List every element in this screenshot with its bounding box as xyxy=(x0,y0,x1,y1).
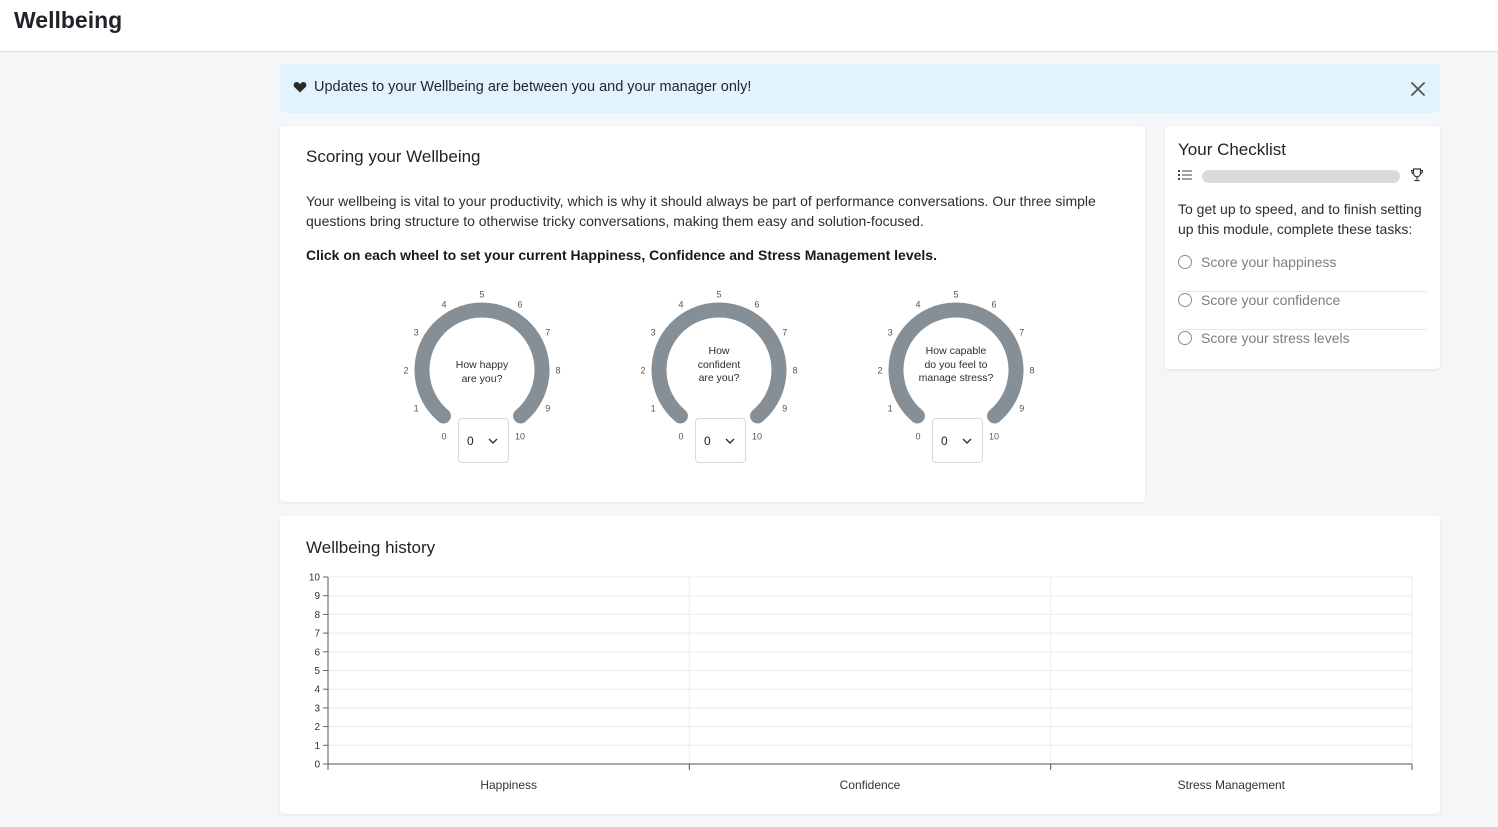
gauge-tick-label: 8 xyxy=(792,366,797,376)
task-label[interactable]: Score your stress levels xyxy=(1201,330,1350,346)
list-icon xyxy=(1178,170,1192,180)
task-score-happiness[interactable]: Score your happiness xyxy=(1178,254,1426,292)
gauge-tick-label: 10 xyxy=(989,431,999,441)
gauge-tick-label: 9 xyxy=(782,404,787,414)
banner-message: Updates to your Wellbeing are between yo… xyxy=(314,79,752,95)
checklist-description: To get up to speed, and to finish settin… xyxy=(1178,201,1422,237)
gauge-tick-label: 1 xyxy=(888,404,893,414)
gauge-question: How happy are you? xyxy=(455,359,509,385)
task-radio[interactable] xyxy=(1178,293,1192,307)
x-category-label: Confidence xyxy=(840,778,901,792)
checklist-progress-bar xyxy=(1202,170,1400,183)
gauge-tick-label: 8 xyxy=(555,366,560,376)
page-title: Wellbeing xyxy=(14,7,123,33)
scoring-instruction: Click on each wheel to set your current … xyxy=(306,247,937,263)
task-score-stress[interactable]: Score your stress levels xyxy=(1178,330,1426,368)
top-bar: Wellbeing xyxy=(0,0,1498,52)
gauge-tick-label: 2 xyxy=(403,366,408,376)
y-tick-label: 3 xyxy=(314,703,320,714)
gauge-happiness[interactable]: 0 1 2 3 4 5 6 7 8 9 10 How happy are you? 0 xyxy=(402,290,562,470)
close-icon[interactable] xyxy=(1408,79,1428,99)
gauge-tick-label: 6 xyxy=(991,300,996,310)
checklist-title: Your Checklist xyxy=(1178,140,1287,159)
gauge-tick-label: 4 xyxy=(915,300,920,310)
gauge-tick-label: 7 xyxy=(1019,328,1024,338)
gauge-value-select[interactable]: 0 xyxy=(695,418,746,463)
gauge-question: How capable do you feel to manage stress? xyxy=(918,345,994,384)
history-chart: 0 1 2 3 4 5 6 7 8 9 10 Happiness Confidence Stress Ma… xyxy=(309,573,1413,792)
gauge-tick-label: 1 xyxy=(651,404,656,414)
y-tick-label: 5 xyxy=(314,666,320,677)
gauge-tick-label: 0 xyxy=(441,431,446,441)
scoring-intro: Your wellbeing is vital to your producti… xyxy=(306,193,1096,229)
y-tick-label: 4 xyxy=(314,685,320,696)
gauge-confidence[interactable]: 0 1 2 3 4 5 6 7 8 9 10 How confident are you? 0 xyxy=(639,290,799,470)
y-tick-label: 6 xyxy=(314,647,320,658)
gauge-tick-label: 2 xyxy=(640,366,645,376)
task-score-confidence[interactable]: Score your confidence xyxy=(1178,292,1426,330)
gauge-value-select[interactable]: 0 xyxy=(458,418,509,463)
gauge-tick-label: 4 xyxy=(441,300,446,310)
trophy-icon xyxy=(1410,168,1424,182)
gauge-tick-label: 2 xyxy=(877,366,882,376)
gauge-tick-label: 5 xyxy=(716,290,721,300)
y-tick-label: 8 xyxy=(314,610,320,621)
heart-icon xyxy=(293,82,307,93)
y-tick-label: 7 xyxy=(314,629,320,640)
gauge-tick-label: 9 xyxy=(1019,404,1024,414)
scoring-title: Scoring your Wellbeing xyxy=(306,147,481,166)
gauge-question: How confident are you? xyxy=(697,345,741,384)
gauge-tick-label: 9 xyxy=(545,404,550,414)
task-label[interactable]: Score your happiness xyxy=(1201,254,1336,270)
task-radio[interactable] xyxy=(1178,255,1192,269)
gauge-tick-label: 0 xyxy=(915,431,920,441)
y-tick-label: 1 xyxy=(314,741,320,752)
task-label[interactable]: Score your confidence xyxy=(1201,292,1340,308)
gauge-tick-label: 6 xyxy=(517,300,522,310)
privacy-banner: Updates to your Wellbeing are between yo… xyxy=(280,64,1440,113)
gauge-tick-label: 0 xyxy=(678,431,683,441)
gauge-value: 0 xyxy=(704,434,711,448)
gauge-tick-label: 4 xyxy=(678,300,683,310)
gauge-value-select[interactable]: 0 xyxy=(932,418,983,463)
gauge-tick-label: 7 xyxy=(545,328,550,338)
history-card: Wellbeing history 0 1 2 3 4 5 6 7 8 9 10 Happiness C… xyxy=(280,516,1440,814)
gauge-tick-label: 7 xyxy=(782,328,787,338)
checklist-card: Your Checklist To get up to speed, and t… xyxy=(1165,126,1440,369)
gauge-tick-label: 10 xyxy=(515,431,525,441)
gauge-tick-label: 5 xyxy=(953,290,958,300)
chevron-down-icon xyxy=(962,438,972,444)
y-tick-label: 2 xyxy=(314,722,320,733)
gauge-tick-label: 3 xyxy=(414,328,419,338)
gauge-tick-label: 3 xyxy=(888,328,893,338)
gauge-tick-label: 1 xyxy=(414,404,419,414)
chevron-down-icon xyxy=(725,438,735,444)
gauge-value: 0 xyxy=(467,434,474,448)
y-tick-label: 0 xyxy=(314,760,320,771)
x-category-label: Happiness xyxy=(480,778,537,792)
y-tick-label: 10 xyxy=(309,573,321,584)
gauge-value: 0 xyxy=(941,434,948,448)
gauge-tick-label: 6 xyxy=(754,300,759,310)
chevron-down-icon xyxy=(488,438,498,444)
x-category-label: Stress Management xyxy=(1178,778,1286,792)
gauge-tick-label: 10 xyxy=(752,431,762,441)
gauge-tick-label: 8 xyxy=(1029,366,1034,376)
y-tick-label: 9 xyxy=(314,591,320,602)
gauge-tick-label: 3 xyxy=(651,328,656,338)
gauge-stress[interactable]: 0 1 2 3 4 5 6 7 8 9 10 How capable do you feel to man… xyxy=(876,290,1036,470)
task-radio[interactable] xyxy=(1178,331,1192,345)
gauge-tick-label: 5 xyxy=(479,290,484,300)
